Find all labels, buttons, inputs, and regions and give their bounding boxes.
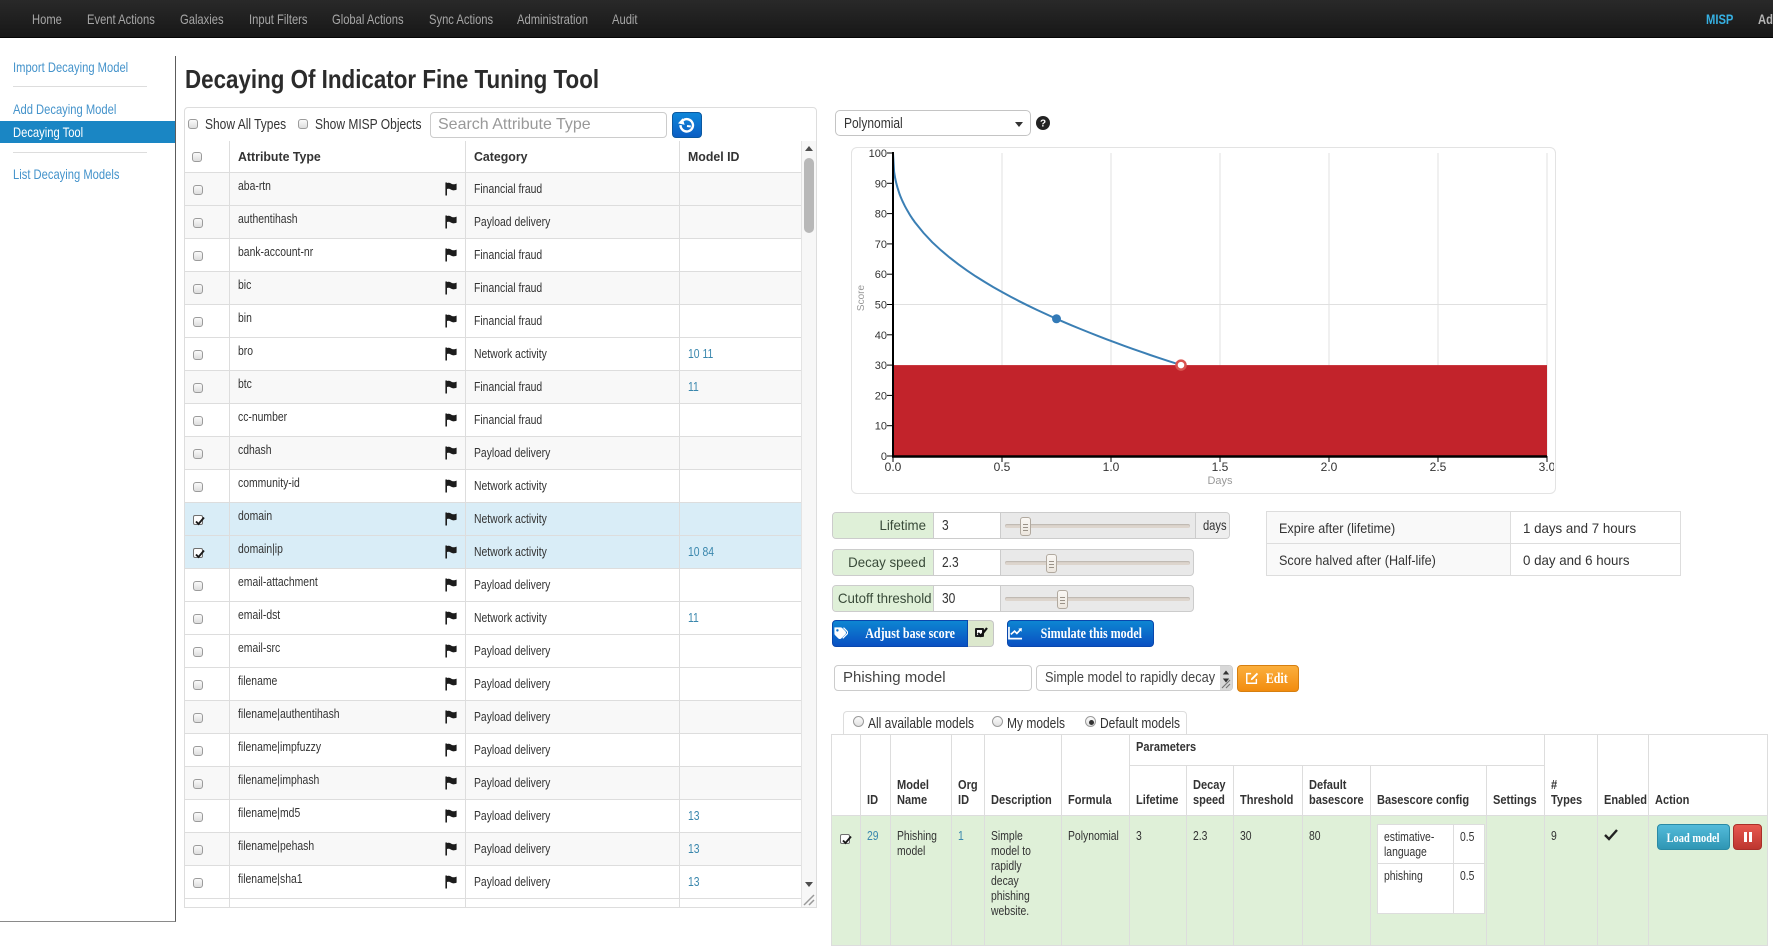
svg-text:0.0: 0.0: [885, 460, 902, 474]
svg-text:?: ?: [1040, 119, 1046, 130]
svg-text:0.5: 0.5: [994, 460, 1011, 474]
svg-text:2.5: 2.5: [1430, 460, 1447, 474]
svg-text:3.0: 3.0: [1539, 460, 1554, 474]
svg-text:1.0: 1.0: [1103, 460, 1120, 474]
svg-text:Days: Days: [1207, 475, 1233, 487]
svg-text:80: 80: [875, 209, 887, 221]
svg-text:90: 90: [875, 178, 887, 190]
svg-text:50: 50: [875, 300, 887, 312]
svg-text:2.0: 2.0: [1321, 460, 1338, 474]
svg-text:100: 100: [869, 148, 887, 160]
svg-text:10: 10: [875, 421, 887, 433]
svg-text:70: 70: [875, 239, 887, 251]
svg-text:20: 20: [875, 390, 887, 402]
svg-text:1.5: 1.5: [1212, 460, 1229, 474]
svg-text:60: 60: [875, 269, 887, 281]
svg-text:40: 40: [875, 330, 887, 342]
svg-text:Score: Score: [856, 285, 867, 312]
svg-text:30: 30: [875, 360, 887, 372]
